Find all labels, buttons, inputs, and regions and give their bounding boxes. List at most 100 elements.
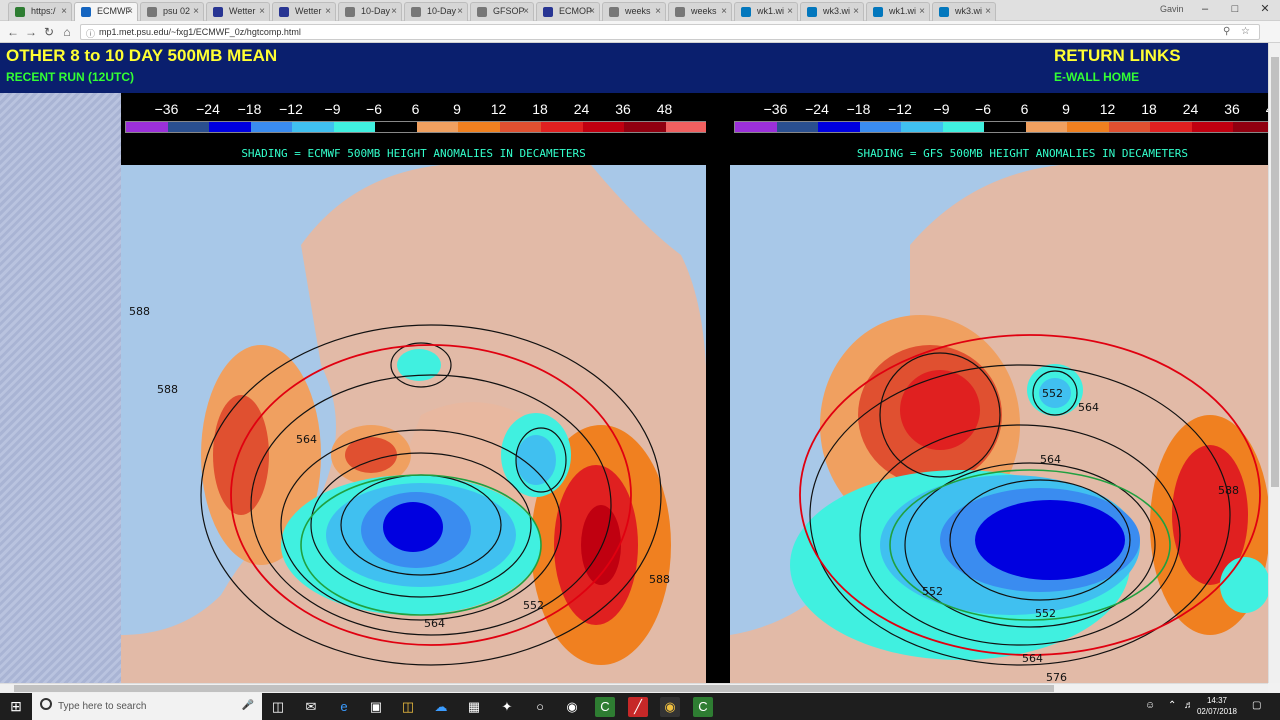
return-links-link[interactable]: RETURN LINKS bbox=[1054, 46, 1181, 66]
app-icon[interactable]: ╱ bbox=[628, 697, 648, 717]
close-tab-icon[interactable]: × bbox=[193, 6, 199, 17]
close-tab-icon[interactable]: × bbox=[325, 6, 331, 17]
color-swatch bbox=[582, 122, 624, 132]
browser-tab[interactable]: Wetter × bbox=[206, 2, 270, 21]
color-scale-bar bbox=[125, 121, 706, 133]
close-tab-icon[interactable]: × bbox=[721, 6, 727, 17]
browser-tab[interactable]: 10-Day × bbox=[338, 2, 402, 21]
contour-label: 564 bbox=[1040, 453, 1061, 466]
browser-tab[interactable]: Wetter × bbox=[272, 2, 336, 21]
taskbar-search[interactable]: Type here to search 🎤 bbox=[32, 693, 262, 720]
app-icon[interactable]: ✦ bbox=[497, 697, 517, 717]
color-swatch bbox=[1150, 122, 1192, 132]
close-tab-icon[interactable]: × bbox=[457, 6, 463, 17]
people-icon[interactable]: ☺ bbox=[1145, 700, 1155, 711]
scale-label: 36 bbox=[615, 101, 631, 117]
favicon-icon bbox=[213, 7, 223, 17]
system-clock[interactable]: 14:37 02/07/2018 bbox=[1192, 695, 1242, 717]
chevron-up-icon[interactable]: ⌃ bbox=[1168, 700, 1176, 711]
scale-label: 6 bbox=[1020, 101, 1029, 117]
mail-icon[interactable]: ✉ bbox=[301, 697, 321, 717]
forward-icon[interactable]: → bbox=[22, 23, 40, 41]
close-tab-icon[interactable]: × bbox=[589, 6, 595, 17]
browser-tab[interactable]: https:/ × bbox=[8, 2, 72, 21]
scale-label: −12 bbox=[888, 101, 912, 117]
tab-label: Wetter bbox=[229, 6, 256, 16]
browser-tab[interactable]: GFSOP × bbox=[470, 2, 534, 21]
favicon-icon bbox=[81, 7, 91, 17]
back-icon[interactable]: ← bbox=[4, 23, 22, 41]
close-tab-icon[interactable]: × bbox=[259, 6, 265, 17]
bookmark-star-icon[interactable]: ☆ bbox=[1241, 26, 1250, 37]
calendar-icon[interactable]: ▦ bbox=[464, 697, 484, 717]
close-window-icon[interactable]: ✕ bbox=[1250, 0, 1280, 21]
close-tab-icon[interactable]: × bbox=[391, 6, 397, 17]
browser-tab[interactable]: wk1.wi × bbox=[734, 2, 798, 21]
close-tab-icon[interactable]: × bbox=[655, 6, 661, 17]
zoom-icon[interactable]: ⚲ bbox=[1223, 26, 1230, 37]
file-explorer-icon[interactable]: ◫ bbox=[398, 697, 418, 717]
color-swatch bbox=[126, 122, 168, 132]
chrome-icon[interactable]: ◉ bbox=[660, 697, 680, 717]
scrollbar-thumb[interactable] bbox=[1271, 57, 1279, 487]
browser-tab[interactable]: weeks × bbox=[602, 2, 666, 21]
browser-tab[interactable]: ECMOP × bbox=[536, 2, 600, 21]
ewall-home-link[interactable]: E-WALL HOME bbox=[1054, 70, 1139, 84]
camtasia-recorder-icon[interactable]: C bbox=[693, 697, 713, 717]
browser-tab[interactable]: ECMWF × bbox=[74, 2, 138, 22]
store-icon[interactable]: ▣ bbox=[366, 697, 386, 717]
close-tab-icon[interactable]: × bbox=[61, 6, 67, 17]
scale-label: −6 bbox=[366, 101, 382, 117]
browser-tab[interactable]: weeks × bbox=[668, 2, 732, 21]
browser-tab[interactable]: psu 02 × bbox=[140, 2, 204, 21]
browser-tab[interactable]: wk3.wi × bbox=[932, 2, 996, 21]
maximize-icon[interactable]: □ bbox=[1220, 0, 1250, 21]
horizontal-scrollbar[interactable] bbox=[0, 683, 1268, 693]
close-tab-icon[interactable]: × bbox=[919, 6, 925, 17]
close-tab-icon[interactable]: × bbox=[985, 6, 991, 17]
search-icon bbox=[40, 698, 52, 710]
color-swatch bbox=[209, 122, 251, 132]
browser-tab[interactable]: 10-Day × bbox=[404, 2, 468, 21]
home-icon[interactable]: ⌂ bbox=[58, 23, 76, 41]
info-icon[interactable]: ⓘ bbox=[86, 27, 95, 40]
close-tab-icon[interactable]: × bbox=[853, 6, 859, 17]
scale-label: 9 bbox=[453, 101, 461, 117]
task-view-icon[interactable]: ◫ bbox=[268, 697, 288, 717]
browser-tab[interactable]: wk1.wi × bbox=[866, 2, 930, 21]
vertical-scrollbar[interactable] bbox=[1268, 43, 1280, 683]
edge-icon[interactable]: e bbox=[334, 697, 354, 717]
address-bar[interactable]: ⓘ mp1.met.psu.edu/~fxg1/ECMWF_0z/hgtcomp… bbox=[80, 24, 1260, 40]
browser-tab[interactable]: wk3.wi × bbox=[800, 2, 864, 21]
scale-label: 12 bbox=[1099, 101, 1116, 117]
scrollbar-thumb[interactable] bbox=[14, 685, 1054, 692]
contour-label: 564 bbox=[296, 433, 317, 446]
app-icon[interactable]: ◉ bbox=[562, 697, 582, 717]
scale-label: −18 bbox=[846, 101, 871, 117]
contour-label: 552 bbox=[1042, 387, 1063, 400]
close-tab-icon[interactable]: × bbox=[523, 6, 529, 17]
reload-icon[interactable]: ↻ bbox=[40, 23, 58, 41]
onedrive-icon[interactable]: ☁ bbox=[431, 697, 451, 717]
scale-label: −18 bbox=[237, 101, 262, 117]
app-icon[interactable]: ○ bbox=[530, 697, 550, 717]
notifications-icon[interactable]: ▢ bbox=[1252, 700, 1261, 711]
close-tab-icon[interactable]: × bbox=[127, 6, 133, 17]
favicon-icon bbox=[345, 7, 355, 17]
scale-label: 6 bbox=[411, 101, 420, 117]
microphone-icon[interactable]: 🎤 bbox=[242, 700, 254, 711]
scale-label: 12 bbox=[490, 101, 507, 117]
minimize-icon[interactable]: – bbox=[1190, 0, 1220, 21]
color-swatch bbox=[901, 122, 943, 132]
favicon-icon bbox=[741, 7, 751, 17]
favicon-icon bbox=[675, 7, 685, 17]
color-swatch bbox=[735, 122, 777, 132]
close-tab-icon[interactable]: × bbox=[787, 6, 793, 17]
color-swatch bbox=[984, 122, 1026, 132]
camtasia-icon[interactable]: C bbox=[595, 697, 615, 717]
tab-label: ECMWF bbox=[97, 6, 131, 16]
windows-start-icon[interactable]: ⊞ bbox=[0, 693, 32, 720]
scale-label: −24 bbox=[805, 101, 829, 117]
profile-name[interactable]: Gavin bbox=[1160, 4, 1184, 14]
contour-label: 588 bbox=[649, 573, 670, 586]
